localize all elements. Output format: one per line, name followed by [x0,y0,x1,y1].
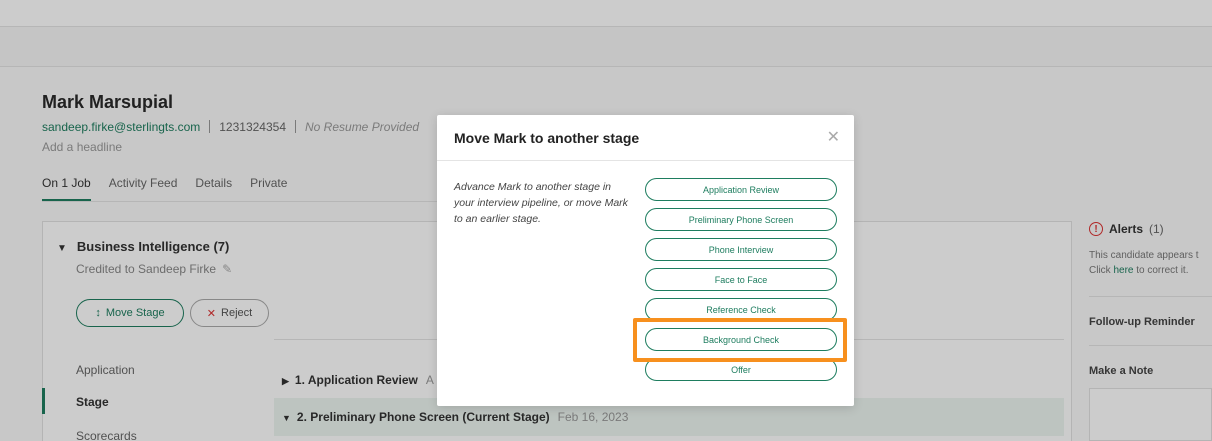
stage-options-list: Application Review Preliminary Phone Scr… [645,178,837,388]
stage-option-application-review[interactable]: Application Review [645,178,837,201]
modal-description: Advance Mark to another stage in your in… [454,181,628,225]
modal-title: Move Mark to another stage [454,130,640,146]
stage-option-face-to-face[interactable]: Face to Face [645,268,837,291]
stage-option-preliminary-phone-screen[interactable]: Preliminary Phone Screen [645,208,837,231]
stage-option-phone-interview[interactable]: Phone Interview [645,238,837,261]
move-stage-modal: Move Mark to another stage ✕ Advance Mar… [437,115,854,406]
modal-header: Move Mark to another stage ✕ [437,115,854,161]
stage-option-offer[interactable]: Offer [645,358,837,381]
stage-option-reference-check[interactable]: Reference Check [645,298,837,321]
close-icon[interactable]: ✕ [827,127,840,146]
stage-option-background-check[interactable]: Background Check [645,328,837,351]
